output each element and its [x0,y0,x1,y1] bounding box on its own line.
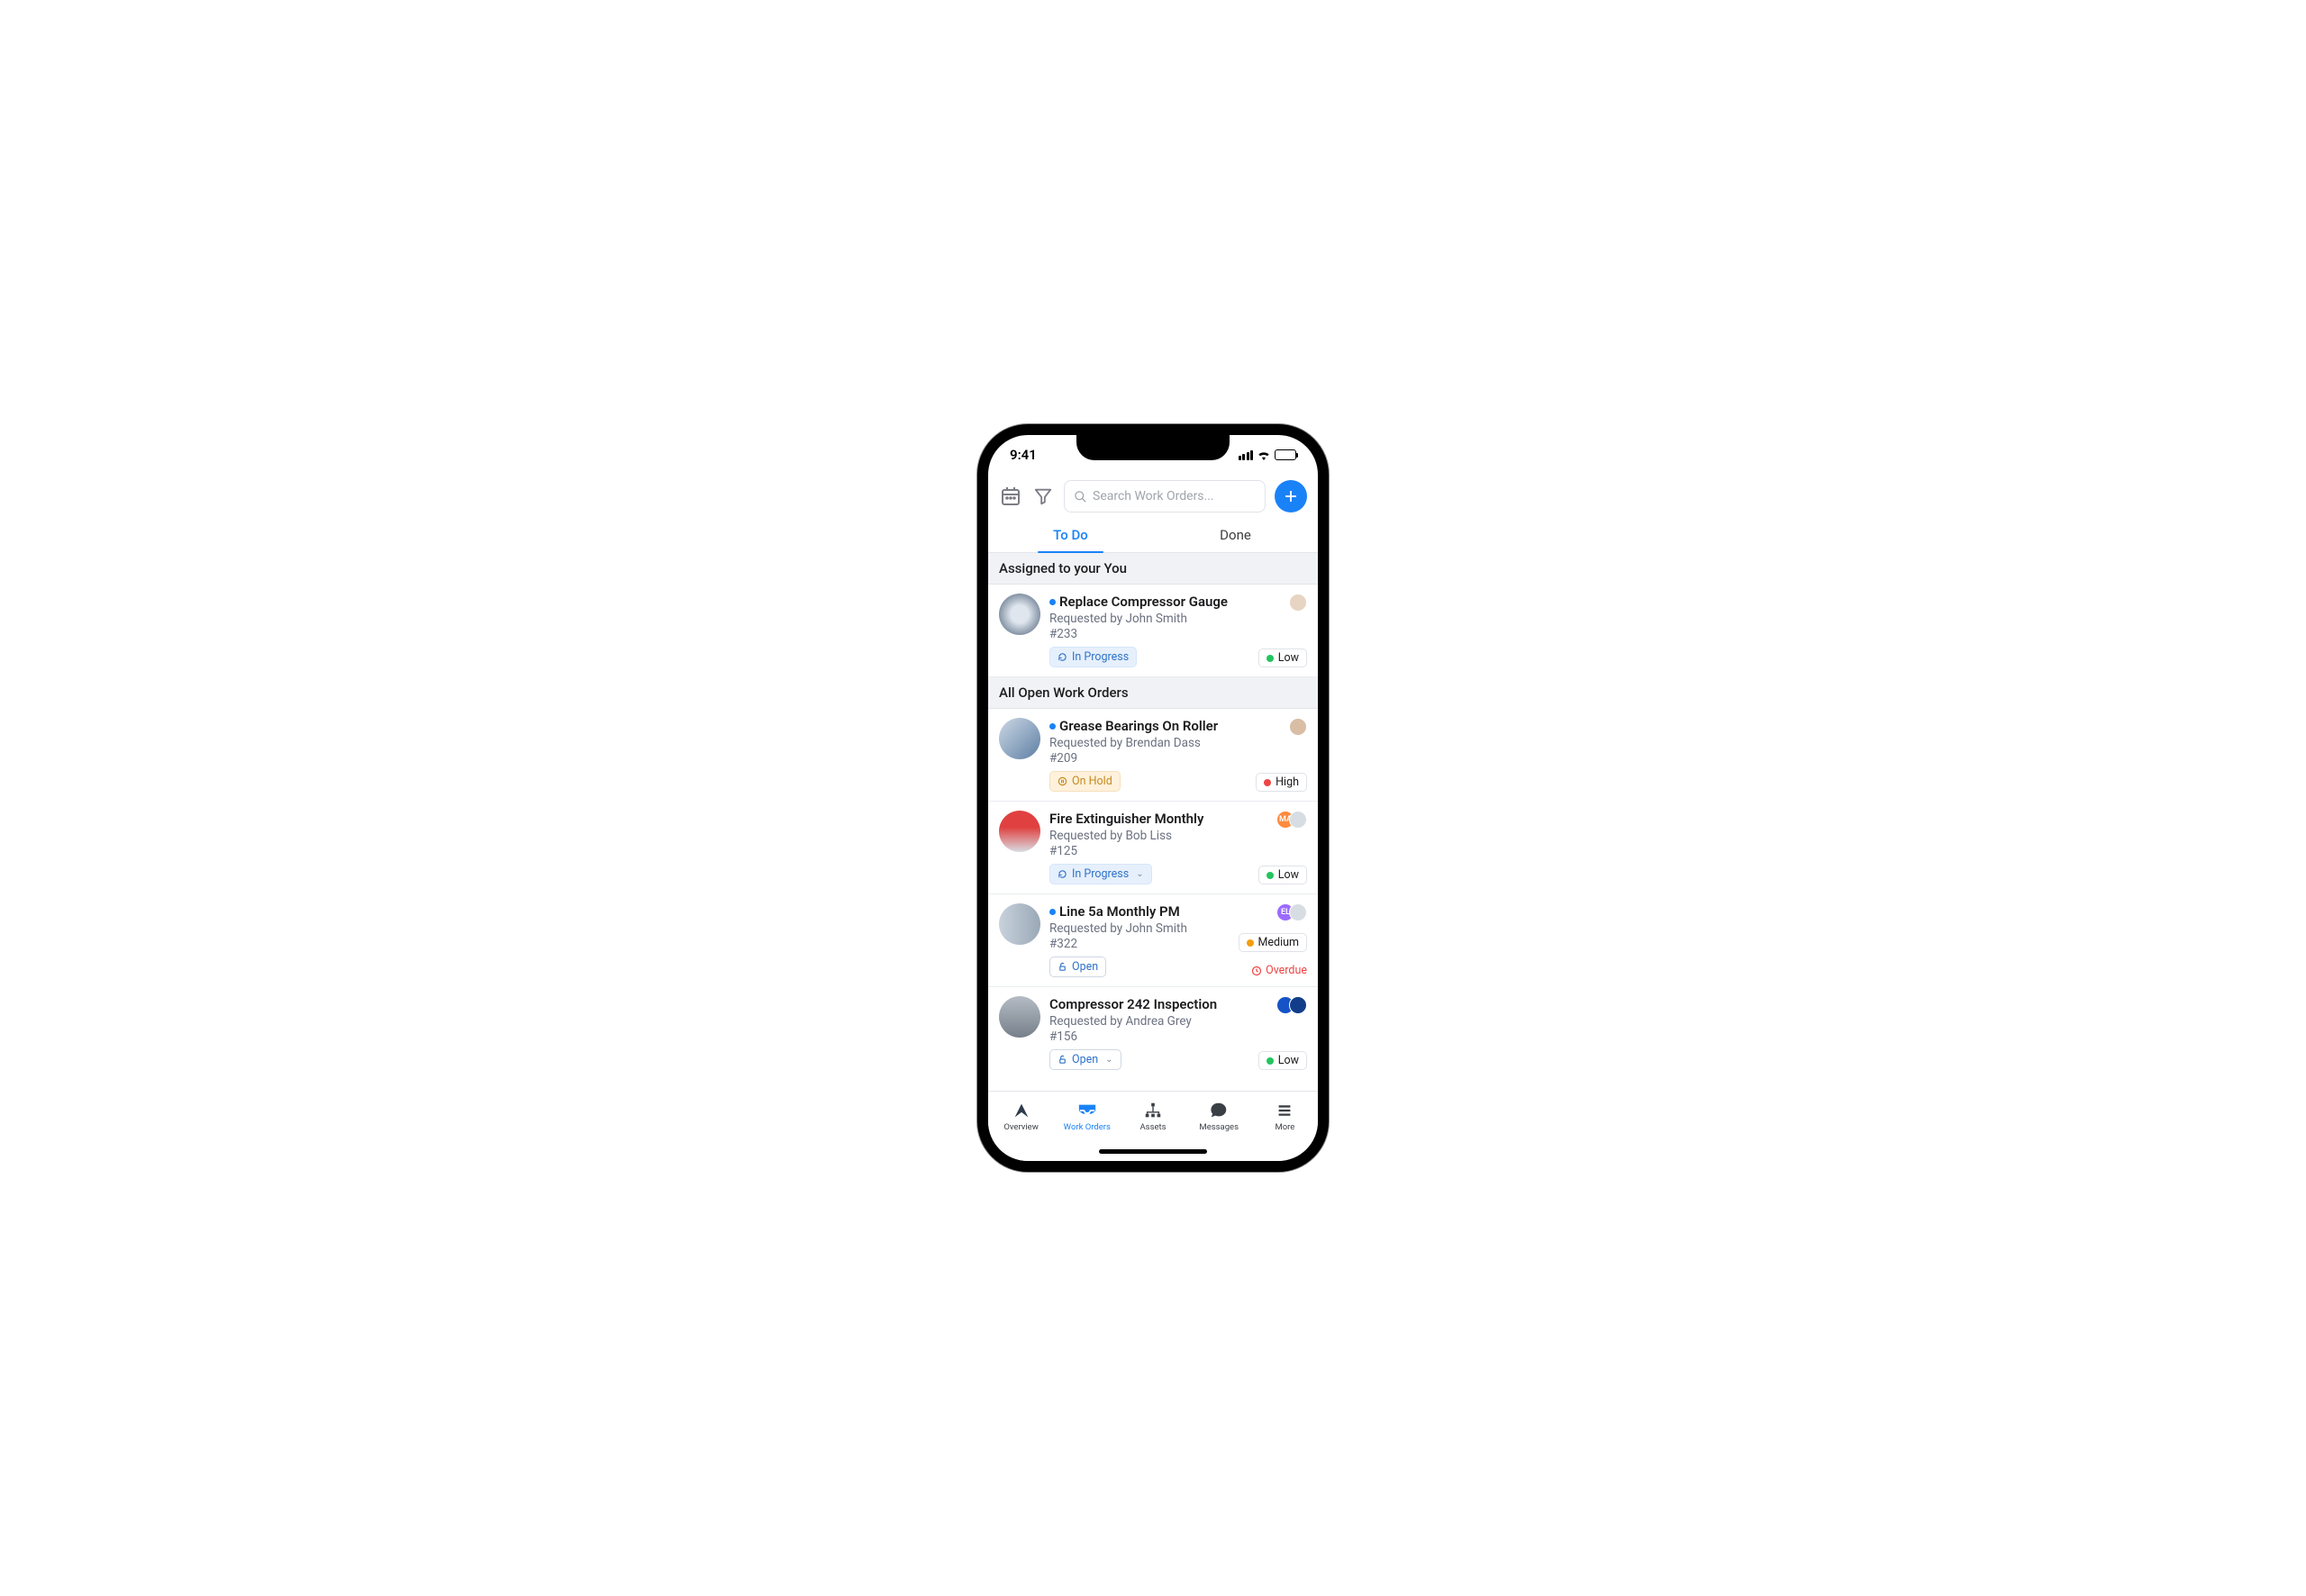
assignee-avatars[interactable] [1289,594,1307,612]
toolbar: Search Work Orders... [988,475,1318,518]
priority-badge: Medium [1239,933,1307,952]
inbox-icon [1077,1101,1097,1120]
app-screen: 9:41 Search Work Orders... [988,435,1318,1161]
plus-icon [1283,488,1299,504]
pause-icon [1058,776,1067,786]
clock-icon [1251,966,1262,976]
assignee-avatars[interactable]: MA [1276,811,1307,829]
work-order-card[interactable]: Grease Bearings On Roller Requested by B… [988,709,1318,802]
search-icon [1074,490,1087,503]
unread-dot-icon [1049,599,1056,605]
segment-tabs: To Do Done [988,518,1318,553]
work-order-list[interactable]: Assigned to your You Replace Compressor … [988,553,1318,1091]
section-all-open: All Open Work Orders [988,677,1318,709]
lock-open-icon [1058,962,1067,972]
work-order-card[interactable]: Line 5a Monthly PM Requested by John Smi… [988,894,1318,987]
assignee-avatars[interactable] [1289,718,1307,736]
work-order-requester: Requested by John Smith [1049,612,1249,626]
work-order-requester: Requested by Bob Liss [1049,829,1249,843]
hierarchy-icon [1143,1101,1163,1120]
overview-icon [1012,1101,1031,1120]
assignee-avatars[interactable]: EL [1276,903,1307,921]
chevron-down-icon: ⌄ [1136,869,1143,879]
work-order-id: #125 [1049,844,1249,858]
search-input[interactable]: Search Work Orders... [1064,480,1266,512]
work-order-requester: Requested by Brendan Dass [1049,736,1247,750]
priority-badge: Low [1258,1051,1307,1070]
work-order-id: #322 [1049,937,1230,951]
refresh-icon [1058,652,1067,662]
work-order-title: Grease Bearings On Roller [1059,718,1218,734]
work-order-card[interactable]: Replace Compressor Gauge Requested by Jo… [988,585,1318,677]
add-button[interactable] [1275,480,1307,512]
status-chip[interactable]: Open ⌄ [1049,1049,1121,1070]
cellular-icon [1239,450,1254,460]
work-order-title: Compressor 242 Inspection [1049,996,1217,1012]
search-placeholder: Search Work Orders... [1093,489,1214,503]
assignee-avatars[interactable] [1276,996,1307,1014]
notch [1076,435,1230,460]
wifi-icon [1257,449,1271,460]
work-order-thumb [999,594,1040,635]
battery-icon [1275,449,1296,460]
work-order-thumb [999,996,1040,1038]
work-order-requester: Requested by John Smith [1049,921,1230,936]
status-chip[interactable]: In Progress ⌄ [1049,864,1152,884]
home-indicator[interactable] [988,1141,1318,1161]
work-order-title: Line 5a Monthly PM [1059,903,1180,920]
priority-badge: High [1256,773,1307,792]
work-order-title: Replace Compressor Gauge [1059,594,1228,610]
work-order-thumb [999,718,1040,759]
section-assigned: Assigned to your You [988,553,1318,585]
menu-icon [1275,1101,1294,1120]
status-chip[interactable]: In Progress [1049,647,1137,667]
status-chip[interactable]: On Hold [1049,771,1121,792]
unread-dot-icon [1049,723,1056,730]
filter-icon[interactable] [1031,485,1055,508]
overdue-badge: Overdue [1251,964,1307,977]
work-order-requester: Requested by Andrea Grey [1049,1014,1249,1029]
work-order-card[interactable]: Fire Extinguisher Monthly Requested by B… [988,802,1318,894]
nav-overview[interactable]: Overview [988,1092,1054,1141]
refresh-icon [1058,869,1067,879]
work-order-id: #209 [1049,751,1247,766]
nav-assets[interactable]: Assets [1120,1092,1185,1141]
chat-icon [1209,1101,1229,1120]
lock-open-icon [1058,1055,1067,1065]
work-order-card[interactable]: Compressor 242 Inspection Requested by A… [988,987,1318,1079]
nav-messages[interactable]: Messages [1186,1092,1252,1141]
phone-frame: 9:41 Search Work Orders... [977,424,1329,1172]
work-order-thumb [999,903,1040,945]
bottom-nav: Overview Work Orders Assets Messages Mor… [988,1091,1318,1141]
chevron-down-icon: ⌄ [1105,1055,1112,1065]
tab-done[interactable]: Done [1153,518,1318,552]
unread-dot-icon [1049,909,1056,915]
status-right [1239,449,1297,460]
calendar-icon[interactable] [999,485,1022,508]
priority-badge: Low [1258,866,1307,884]
work-order-id: #156 [1049,1029,1249,1044]
work-order-id: #233 [1049,627,1249,641]
status-chip[interactable]: Open [1049,957,1106,977]
nav-more[interactable]: More [1252,1092,1318,1141]
work-order-title: Fire Extinguisher Monthly [1049,811,1203,827]
nav-work-orders[interactable]: Work Orders [1054,1092,1120,1141]
status-time: 9:41 [1010,447,1037,463]
priority-badge: Low [1258,648,1307,667]
tab-todo[interactable]: To Do [988,518,1153,552]
work-order-thumb [999,811,1040,852]
